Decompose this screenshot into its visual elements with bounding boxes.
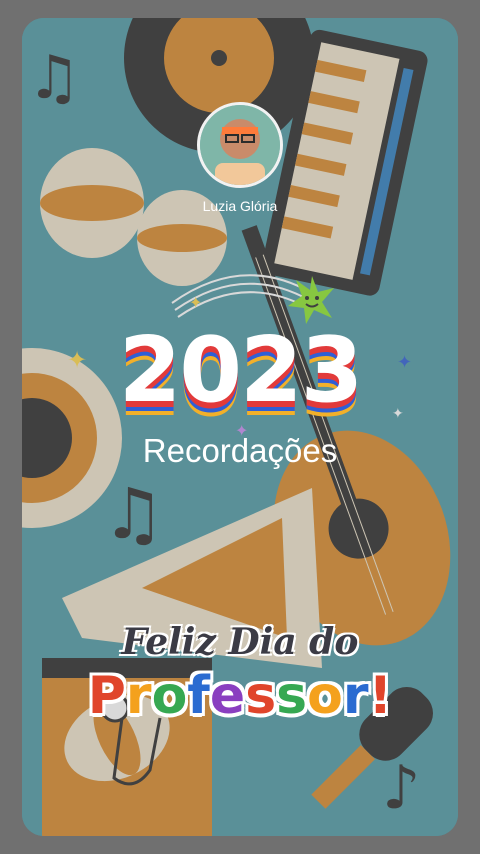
sticker-professor: Professor! <box>22 666 458 726</box>
avatar[interactable] <box>197 102 283 188</box>
story-card[interactable]: ♫ ♫ ♪ ✦ ✦ ✦ ✦ ✦ Luzia Glória 2023 Record… <box>22 18 458 836</box>
sticker-letter: o <box>151 666 188 726</box>
memories-subtitle: Recordações <box>142 432 338 469</box>
sticker-letter: e <box>209 666 246 726</box>
sticker-letter: r <box>342 666 369 726</box>
profile-photo <box>200 105 280 185</box>
sticker-letter: r <box>125 666 152 726</box>
sticker-letter: s <box>245 666 277 726</box>
sticker-letter: f <box>187 666 210 726</box>
sticker-letter: P <box>87 666 126 726</box>
profile-name[interactable]: Luzia Glória <box>22 198 458 214</box>
sticker-greeting: Feliz Dia do <box>121 621 359 663</box>
sticker-letter: ! <box>368 666 393 726</box>
sticker-letter: s <box>276 666 308 726</box>
year-title: 2023 <box>118 318 364 423</box>
sticker-letter: o <box>307 666 343 726</box>
